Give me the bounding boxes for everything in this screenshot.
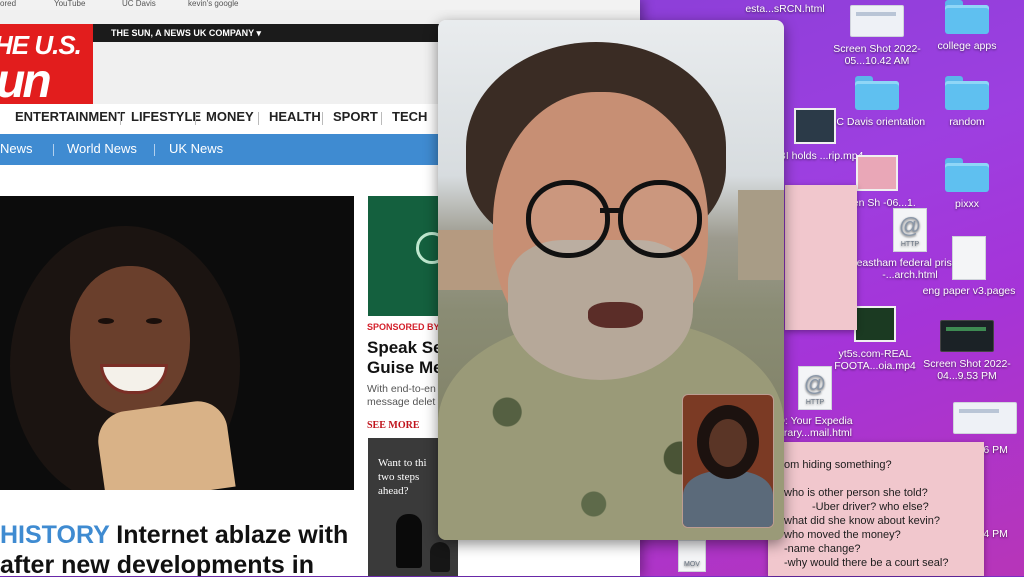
see-more-link[interactable]: SEE MORE bbox=[367, 420, 420, 431]
caller-mouth bbox=[588, 302, 643, 328]
photo-smile bbox=[100, 364, 168, 394]
folder-icon bbox=[855, 76, 899, 110]
video-thumb-icon bbox=[854, 306, 896, 342]
headline-text: Internet ablaze with bbox=[116, 521, 349, 549]
site-logo[interactable]: HE U.S. un bbox=[0, 24, 93, 108]
headline-kicker: HISTORY bbox=[0, 521, 110, 549]
desktop-file-screenshot[interactable] bbox=[930, 402, 1024, 440]
photo-eye bbox=[146, 318, 162, 324]
nav-entertainment[interactable]: ENTERTAINMENT bbox=[15, 109, 125, 124]
nav-lifestyle[interactable]: LIFESTYLE bbox=[131, 109, 201, 124]
article-photo[interactable] bbox=[0, 196, 354, 490]
subnav-divider bbox=[154, 144, 155, 156]
nav-divider bbox=[381, 112, 382, 125]
article-headline[interactable]: HISTORY Internet ablaze with after new d… bbox=[0, 520, 348, 576]
desktop-file-mov[interactable]: MOV bbox=[672, 540, 712, 577]
self-view-thumbnail[interactable] bbox=[682, 394, 774, 528]
note-line: who moved the money? bbox=[784, 529, 901, 541]
sponsored-description: With end-to-en message delet bbox=[367, 383, 436, 409]
chess-promo-text: Want to thi two steps ahead? bbox=[378, 456, 427, 498]
desktop-folder-pixxx[interactable]: pixxx bbox=[912, 158, 1022, 210]
sticky-note[interactable]: om hiding something? who is other person… bbox=[768, 442, 984, 576]
bookmark-link[interactable]: kevin's google bbox=[188, 0, 238, 8]
background-building bbox=[738, 190, 784, 280]
desktop-folder-random[interactable]: random bbox=[912, 76, 1022, 128]
quicktime-icon: MOV bbox=[678, 540, 706, 572]
headline-text: after new developments in bbox=[0, 551, 314, 576]
video-call-window[interactable] bbox=[438, 20, 784, 540]
nav-money[interactable]: MONEY bbox=[206, 109, 254, 124]
chess-piece-icon bbox=[396, 514, 422, 568]
note-line: -name change? bbox=[784, 543, 861, 555]
bookmark-link[interactable]: ored bbox=[0, 0, 16, 8]
folder-icon bbox=[945, 76, 989, 110]
note-line: -Uber driver? who else? bbox=[812, 501, 929, 513]
bookmark-link[interactable]: UC Davis bbox=[122, 0, 156, 8]
nav-divider bbox=[195, 112, 196, 125]
desktop-file-pages[interactable]: eng paper v3.pages bbox=[914, 236, 1024, 297]
folder-icon bbox=[945, 0, 989, 34]
http-document-icon: @ HTTP bbox=[798, 366, 832, 410]
logo-text: un bbox=[0, 55, 52, 108]
folder-icon bbox=[945, 158, 989, 192]
document-icon bbox=[952, 236, 986, 280]
chess-piece-icon bbox=[430, 542, 450, 572]
nav-divider bbox=[322, 112, 323, 125]
subnav-world-news[interactable]: World News bbox=[67, 141, 137, 156]
video-thumb-icon bbox=[794, 108, 836, 144]
note-line: what did she know about kevin? bbox=[784, 515, 940, 527]
sponsored-desc-line: message delet bbox=[367, 396, 436, 408]
photo-eye bbox=[98, 318, 114, 324]
self-view-body bbox=[683, 471, 773, 527]
nav-divider bbox=[120, 112, 121, 125]
nav-sport[interactable]: SPORT bbox=[333, 109, 378, 124]
file-label: random bbox=[949, 116, 985, 128]
chess-text-line: two steps bbox=[378, 471, 420, 483]
photo-face bbox=[70, 266, 190, 416]
glasses-bridge bbox=[600, 208, 622, 213]
subnav-news[interactable]: News bbox=[0, 141, 33, 156]
sponsored-title-line: Guise Me bbox=[367, 358, 443, 377]
screenshot-thumb-icon bbox=[953, 402, 1017, 434]
glasses-icon bbox=[618, 180, 702, 258]
self-view-face bbox=[709, 419, 747, 467]
nav-tech[interactable]: TECH bbox=[392, 109, 427, 124]
desktop-folder-college-apps[interactable]: college apps bbox=[912, 0, 1022, 52]
file-label: eng paper v3.pages bbox=[922, 285, 1016, 297]
note-line: -why would there be a court seal? bbox=[784, 557, 949, 569]
screenshot-thumb-icon bbox=[850, 5, 904, 37]
sponsored-desc-line: With end-to-en bbox=[367, 383, 436, 395]
sponsored-image[interactable] bbox=[368, 196, 448, 316]
corporate-link[interactable]: THE SUN, A NEWS UK COMPANY ▾ bbox=[111, 28, 261, 38]
sticky-note-back[interactable] bbox=[785, 185, 857, 330]
screenshot-thumb-icon bbox=[940, 320, 994, 352]
sponsored-title-line: Speak Se bbox=[367, 338, 443, 357]
nav-divider bbox=[258, 112, 259, 125]
nav-health[interactable]: HEALTH bbox=[269, 109, 321, 124]
sponsored-title[interactable]: Speak Se Guise Me bbox=[367, 338, 443, 378]
screenshot-thumb-icon bbox=[856, 155, 898, 191]
bookmarks-bar: ored YouTube UC Davis kevin's google bbox=[0, 0, 640, 10]
note-line: om hiding something? bbox=[784, 459, 892, 471]
desktop-file-screenshot[interactable]: Screen Shot 2022-04...9.53 PM bbox=[912, 320, 1022, 382]
chess-text-line: ahead? bbox=[378, 485, 409, 497]
file-label: college apps bbox=[937, 40, 997, 52]
file-label: Screen Shot 2022-04...9.53 PM bbox=[923, 358, 1011, 382]
subnav-uk-news[interactable]: UK News bbox=[169, 141, 223, 156]
sponsored-label: SPONSORED BY bbox=[367, 322, 440, 332]
bookmark-link[interactable]: YouTube bbox=[54, 0, 85, 8]
note-line: who is other person she told? bbox=[784, 487, 928, 499]
glasses-icon bbox=[526, 180, 610, 258]
subnav-divider bbox=[53, 144, 54, 156]
chess-text-line: Want to thi bbox=[378, 457, 427, 469]
